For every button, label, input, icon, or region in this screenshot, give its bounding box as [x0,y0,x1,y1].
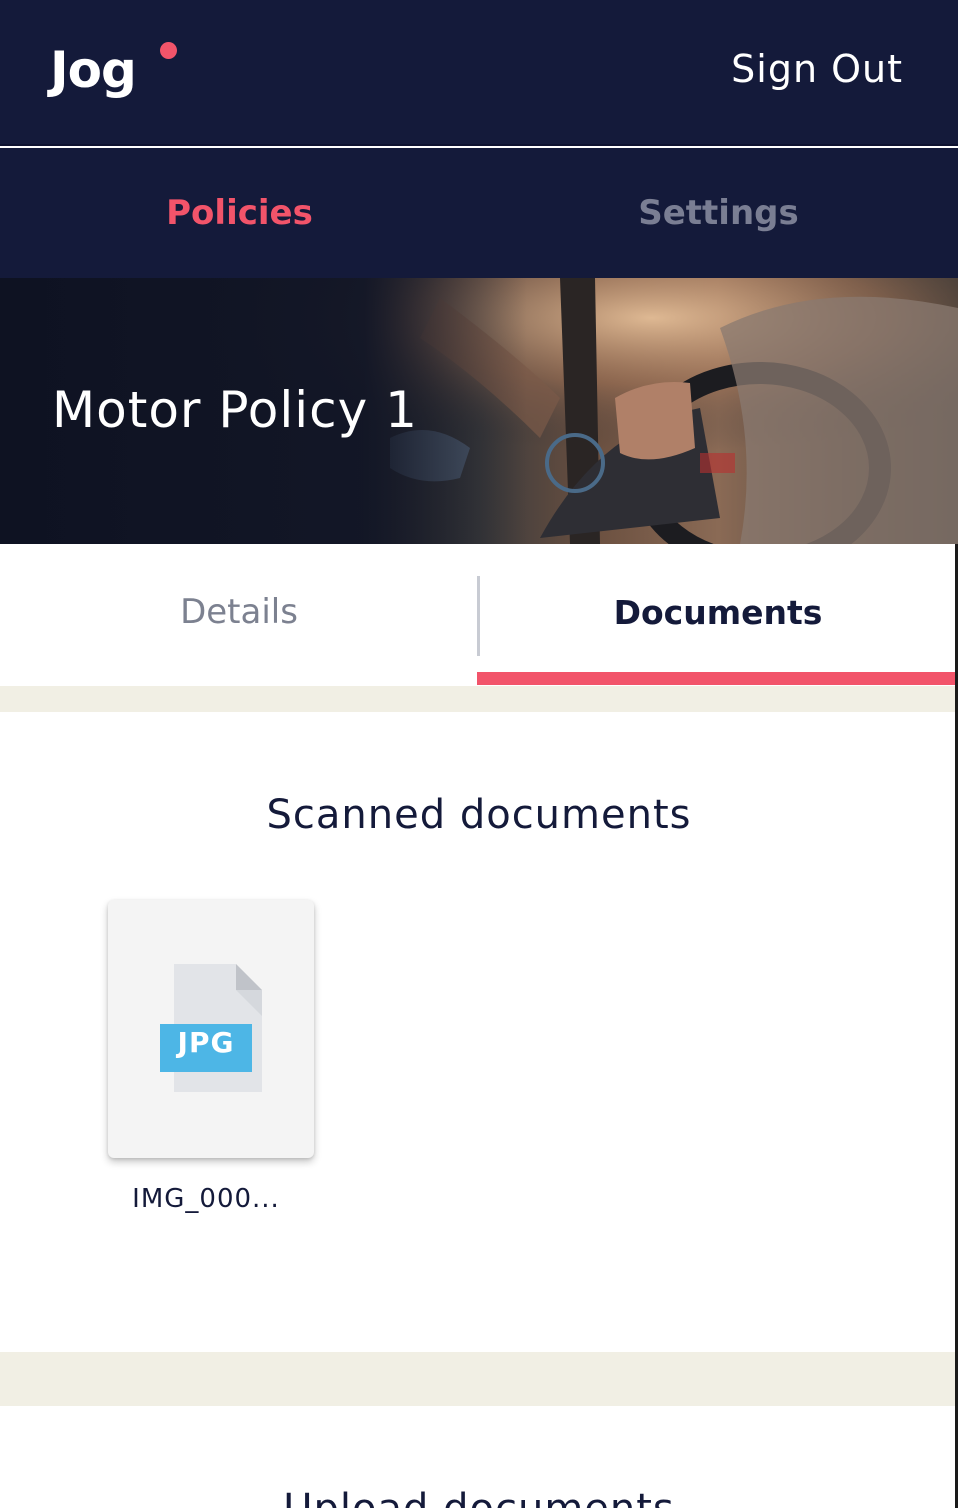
upload-documents-title: Upload documents [0,1486,958,1508]
jog-logo[interactable]: Jog [50,40,137,100]
sign-out-button[interactable]: Sign Out [731,44,903,94]
scanned-documents-title: Scanned documents [266,792,692,838]
document-filename: IMG_000... [132,1184,280,1214]
file-type-label: JPG [177,1025,235,1059]
document-thumbnail[interactable]: JPG [108,900,314,1158]
policy-title: Motor Policy 1 [52,381,418,439]
app-header: Jog Sign Out [0,0,958,146]
active-tab-indicator [477,672,958,685]
tab-details[interactable]: Details [0,544,478,686]
policy-hero-banner: Motor Policy 1 [0,278,958,544]
upload-documents-section: Upload documents [0,1406,958,1508]
tab-settings[interactable]: Settings [479,148,958,278]
main-nav: Policies Settings [0,148,958,278]
section-divider [0,1352,958,1406]
policy-subtabs: Details Documents [0,544,958,686]
section-divider [0,686,958,712]
scanned-documents-section: Scanned documents JPG IMG_000... [0,712,958,1352]
tab-policies[interactable]: Policies [0,148,479,278]
logo-dot-icon [160,42,177,59]
tab-documents[interactable]: Documents [479,544,957,686]
